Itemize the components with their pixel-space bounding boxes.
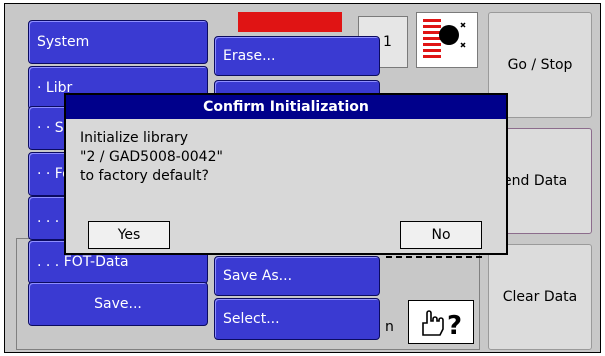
help-button[interactable]: ? bbox=[408, 300, 474, 344]
background-text-fragment: n bbox=[385, 319, 394, 335]
dialog-message-line: to factory default? bbox=[80, 168, 209, 184]
signal-logo-icon bbox=[423, 19, 466, 58]
menu-select[interactable]: Select... bbox=[214, 298, 380, 340]
hand-question-icon: ? bbox=[422, 310, 462, 341]
dashed-line bbox=[386, 256, 482, 258]
dialog-message-line: "2 / GAD5008-0042" bbox=[80, 149, 223, 165]
no-button[interactable]: No bbox=[400, 221, 482, 249]
dialog-message-line: Initialize library bbox=[80, 130, 189, 146]
status-red-bar bbox=[238, 12, 342, 32]
confirm-dialog: Confirm Initialization Initialize librar… bbox=[64, 93, 508, 255]
menu-system[interactable]: System bbox=[28, 20, 208, 64]
device-screen: 1 Go / Stop end Data Clear Data n System… bbox=[0, 0, 605, 356]
yes-button[interactable]: Yes bbox=[88, 221, 170, 249]
dialog-message: Initialize library "2 / GAD5008-0042" to… bbox=[80, 129, 223, 186]
channel-number: 1 bbox=[383, 34, 392, 50]
logo-box[interactable] bbox=[416, 12, 478, 68]
dialog-title: Confirm Initialization bbox=[66, 95, 506, 119]
menu-erase[interactable]: Erase... bbox=[214, 36, 380, 76]
clear-data-button[interactable]: Clear Data bbox=[488, 244, 592, 350]
svg-text:?: ? bbox=[447, 311, 462, 341]
menu-save-as[interactable]: Save As... bbox=[214, 256, 380, 296]
menu-save-button[interactable]: Save... bbox=[28, 282, 208, 326]
